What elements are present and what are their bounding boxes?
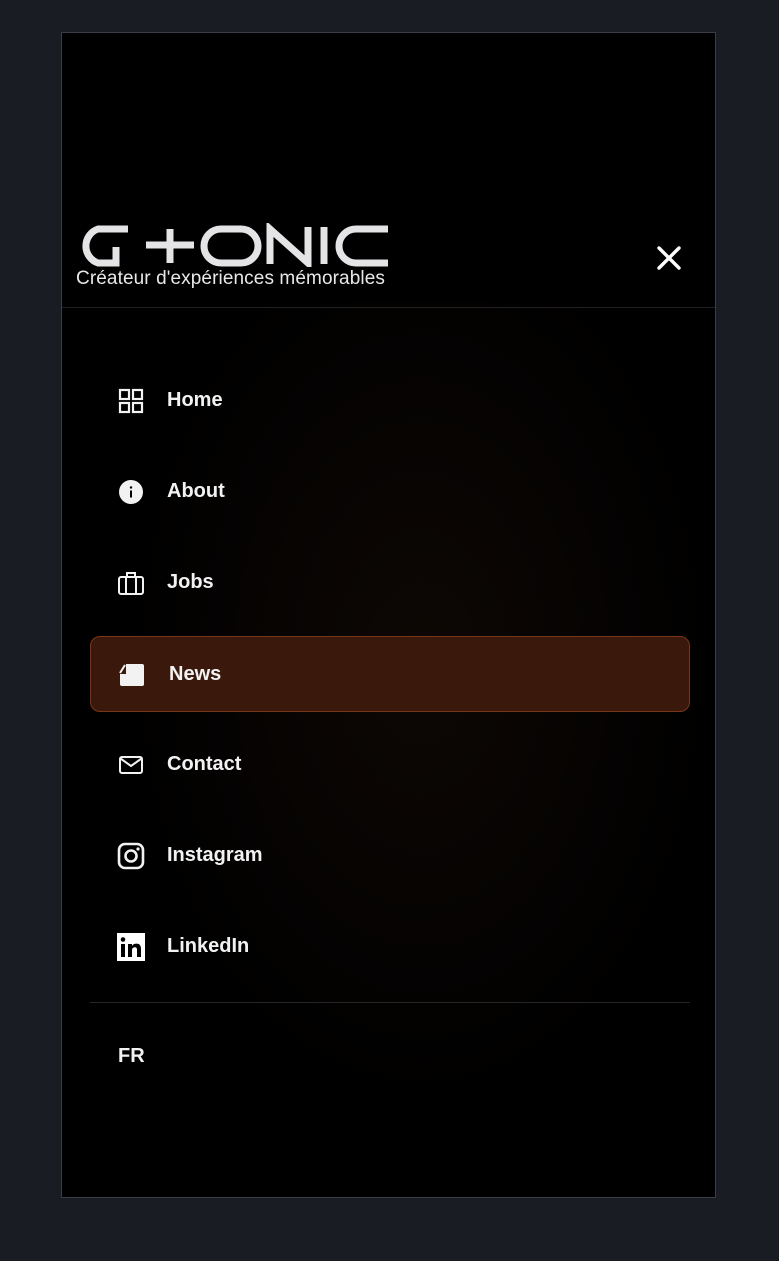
nav-item-linkedin[interactable]: LinkedIn [90,909,690,985]
language-switcher[interactable]: FR [118,1045,145,1068]
nav-item-label: Instagram [167,844,263,866]
menu-header: Créateur d'expériences mémorables [62,33,715,308]
briefcase-icon [117,569,145,597]
gtonic-logo[interactable] [76,223,392,267]
nav-item-contact[interactable]: Contact [90,727,690,803]
nav-item-label: Contact [167,753,242,775]
linkedin-icon [117,933,145,961]
close-icon[interactable] [652,241,686,275]
tagline: Créateur d'expériences mémorables [76,268,385,289]
info-icon [117,478,145,506]
nav-item-news[interactable]: News [90,636,690,712]
nav-item-home[interactable]: Home [90,363,690,439]
nav-item-jobs[interactable]: Jobs [90,545,690,621]
nav-item-label: Home [167,389,223,411]
nav-item-label: Jobs [167,571,214,593]
nav-item-label: News [169,663,222,685]
mobile-menu-panel: Créateur d'expériences mémorables Home A… [61,32,716,1198]
nav-item-label: LinkedIn [167,935,250,957]
news-icon [118,661,146,689]
mail-icon [117,751,145,779]
grid-icon [117,387,145,415]
instagram-icon [117,842,145,870]
close-button[interactable] [652,241,686,275]
menu-divider [90,1002,690,1003]
nav-item-instagram[interactable]: Instagram [90,818,690,894]
nav-item-about[interactable]: About [90,454,690,530]
nav-item-label: About [167,480,225,502]
